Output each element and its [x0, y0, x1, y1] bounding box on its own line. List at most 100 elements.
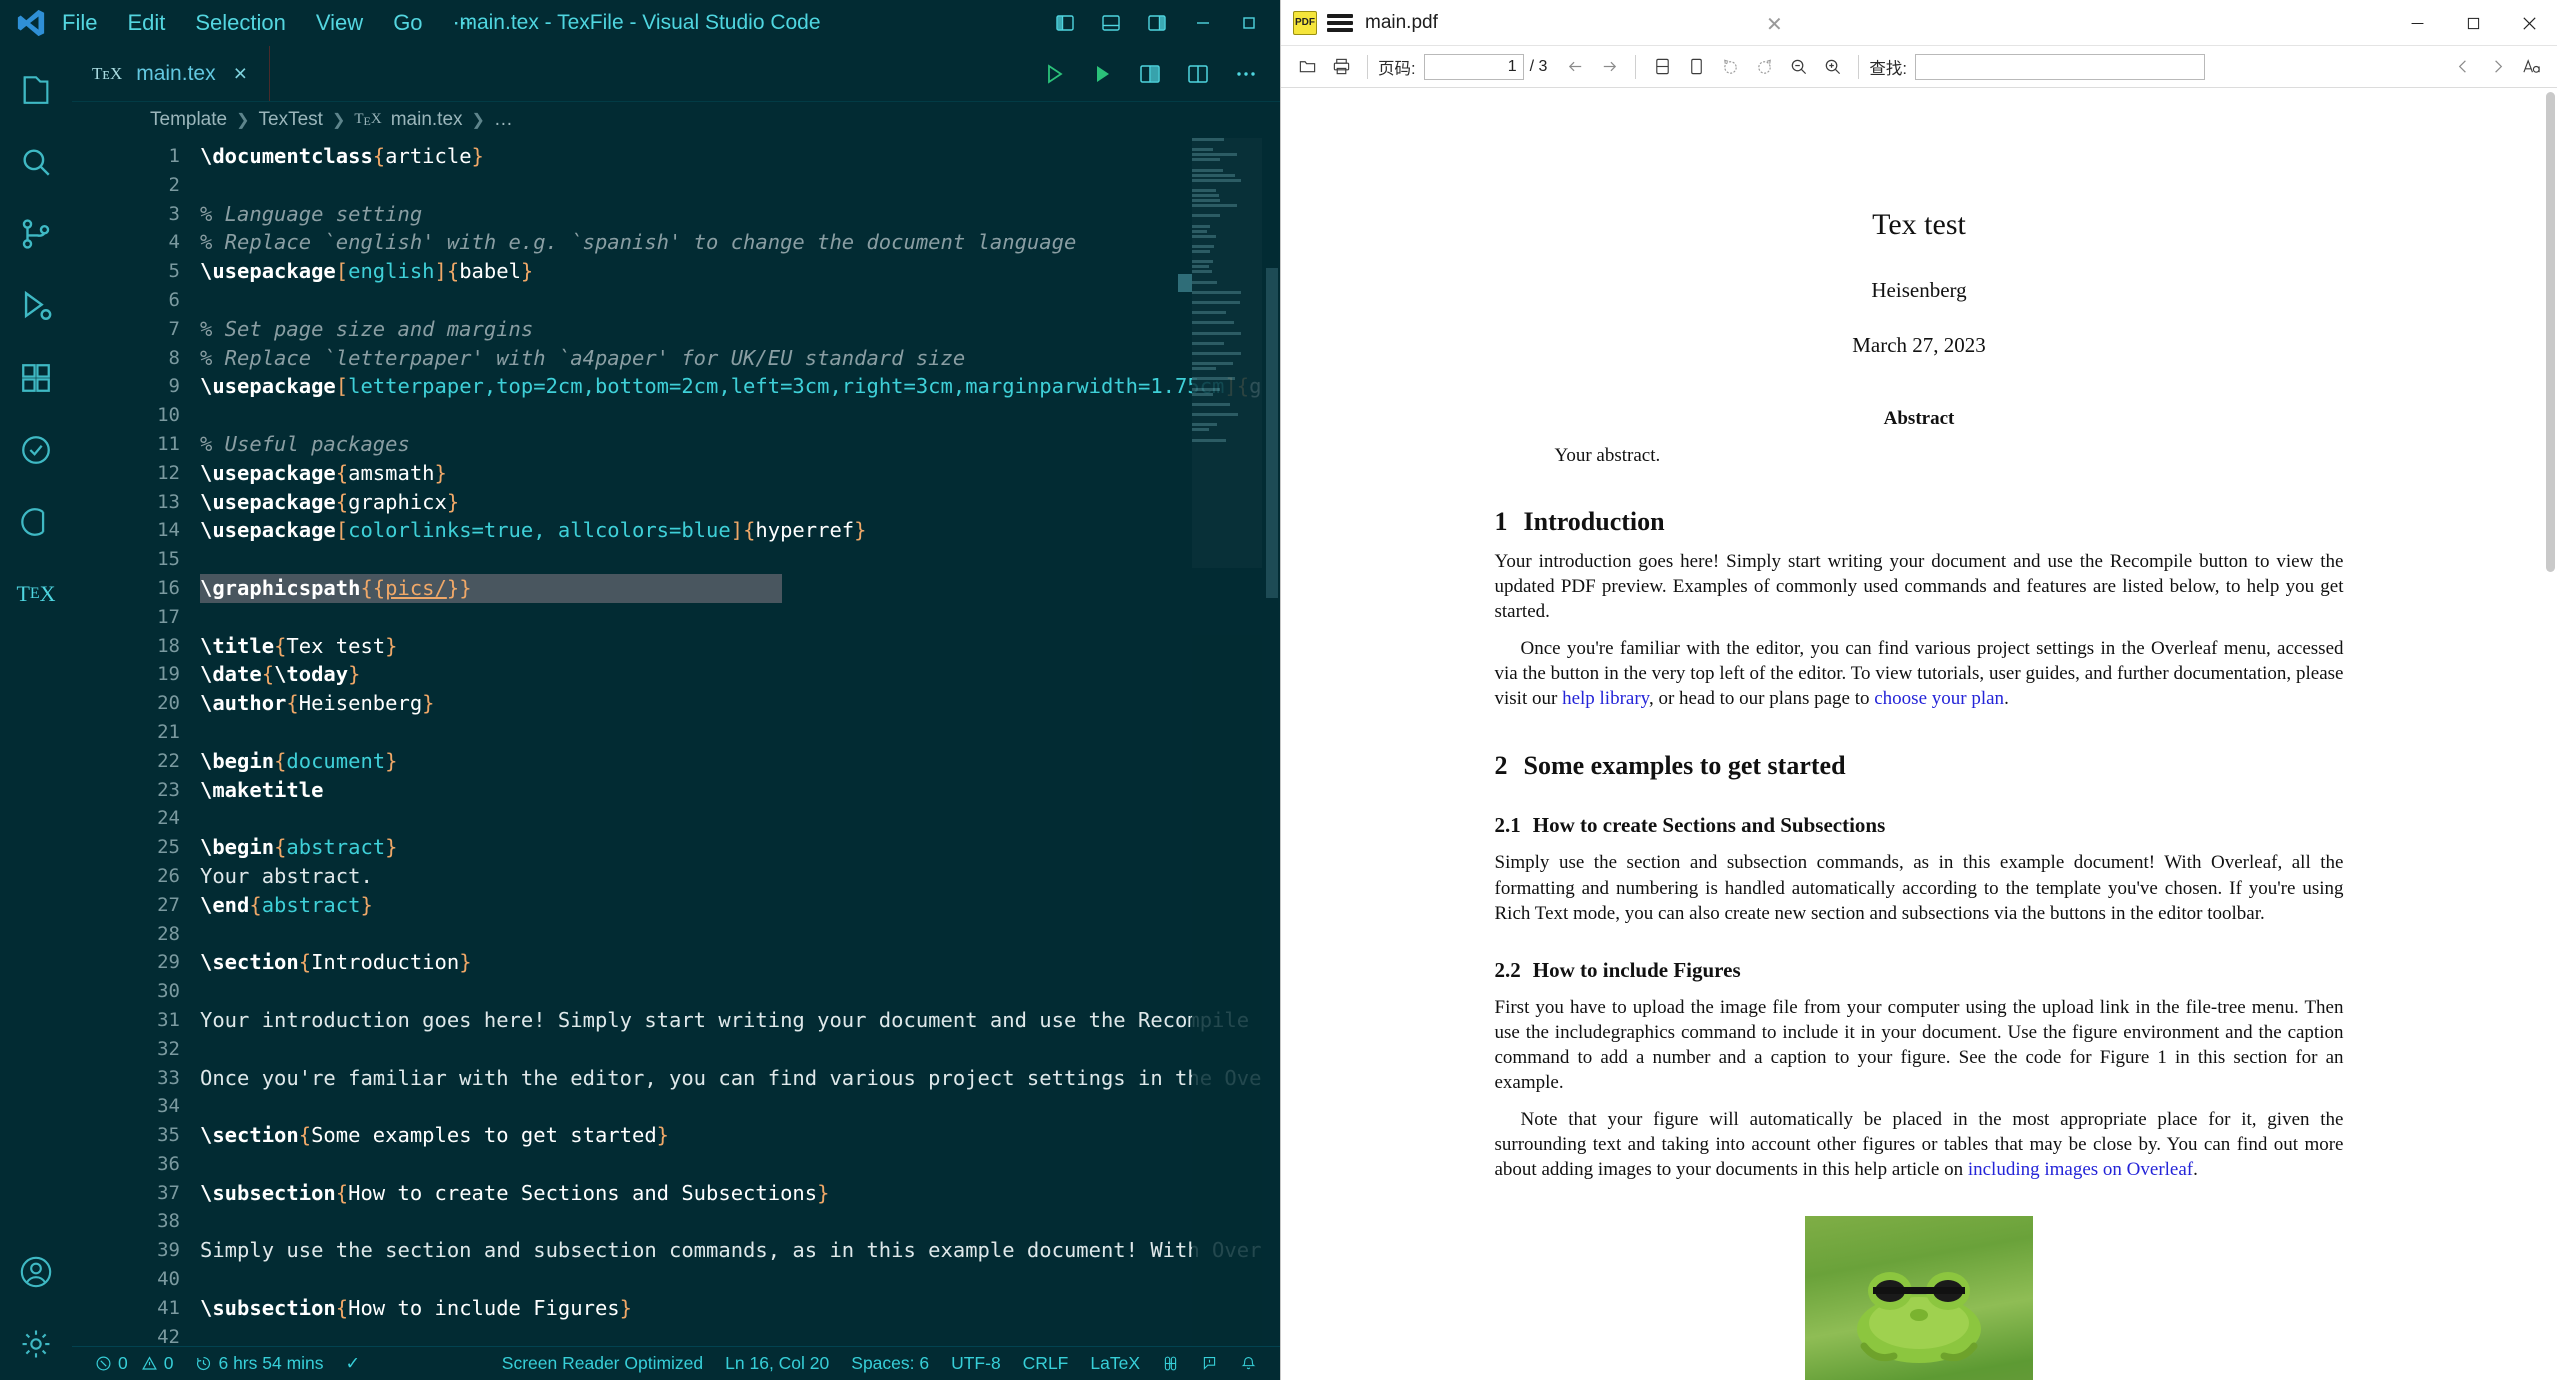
status-eol[interactable]: CRLF	[1012, 1353, 1080, 1374]
line-content[interactable]: Simply use the section and subsection co…	[200, 1236, 1261, 1265]
explorer-icon[interactable]	[0, 54, 72, 126]
code-line[interactable]: 30	[72, 977, 1280, 1006]
code-line[interactable]: 11% Useful packages	[72, 430, 1280, 459]
feedback-icon[interactable]	[1190, 1355, 1229, 1372]
line-content[interactable]: \title{Tex test}	[200, 632, 398, 661]
source-control-icon[interactable]	[0, 198, 72, 270]
code-line[interactable]: 9\usepackage[letterpaper,top=2cm,bottom=…	[72, 372, 1280, 401]
code-line[interactable]: 6	[72, 286, 1280, 315]
code-line[interactable]: 19\date{\today}	[72, 660, 1280, 689]
line-content[interactable]: Your introduction goes here! Simply star…	[200, 1006, 1249, 1035]
code-line[interactable]: 33Once you're familiar with the editor, …	[72, 1064, 1280, 1093]
line-content[interactable]: \usepackage{amsmath}	[200, 459, 447, 488]
code-surface[interactable]: 1\documentclass{article}23% Language set…	[72, 138, 1280, 1346]
pdf-tab-close-icon[interactable]: ✕	[1766, 12, 1783, 37]
code-line[interactable]: 39Simply use the section and subsection …	[72, 1236, 1280, 1265]
find-previous-icon[interactable]	[2447, 51, 2479, 83]
status-screen-reader[interactable]: Screen Reader Optimized	[491, 1353, 714, 1374]
code-line[interactable]: 35\section{Some examples to get started}	[72, 1121, 1280, 1150]
minimize-window-icon[interactable]	[1180, 0, 1226, 46]
line-content[interactable]: \author{Heisenberg}	[200, 689, 435, 718]
fit-page-icon[interactable]	[1680, 51, 1712, 83]
zoom-in-icon[interactable]	[1816, 51, 1848, 83]
next-page-icon[interactable]	[1593, 51, 1625, 83]
menu-hamburger-icon[interactable]	[1327, 14, 1353, 32]
status-language-mode[interactable]: LaTeX	[1079, 1353, 1151, 1374]
status-check-icon[interactable]: ✓	[335, 1353, 372, 1374]
line-content[interactable]: \usepackage[english]{babel}	[200, 257, 533, 286]
build-latex-project-icon[interactable]	[1034, 54, 1074, 94]
code-line[interactable]: 12\usepackage{amsmath}	[72, 459, 1280, 488]
including-images-link[interactable]: including images on Overleaf	[1968, 1159, 2193, 1180]
code-line[interactable]: 14\usepackage[colorlinks=true, allcolors…	[72, 516, 1280, 545]
code-line[interactable]: 7% Set page size and margins	[72, 315, 1280, 344]
code-line[interactable]: 15	[72, 545, 1280, 574]
status-indentation[interactable]: Spaces: 6	[840, 1353, 940, 1374]
line-content[interactable]: \graphicspath{{pics/}}	[200, 574, 472, 603]
pdf-scrollbar-thumb[interactable]	[2546, 92, 2555, 572]
status-time-tracker[interactable]: 6 hrs 54 mins	[184, 1353, 334, 1374]
menu-go[interactable]: Go	[393, 10, 422, 36]
toggle-secondary-sidebar-icon[interactable]	[1134, 0, 1180, 46]
split-editor-icon[interactable]	[1178, 54, 1218, 94]
remote-explorer-icon[interactable]	[0, 486, 72, 558]
code-line[interactable]: 17	[72, 603, 1280, 632]
minimap-slider[interactable]	[1192, 138, 1262, 568]
line-content[interactable]: \documentclass{article}	[200, 142, 484, 171]
line-content[interactable]: \section{Some examples to get started}	[200, 1121, 669, 1150]
code-line[interactable]: 2	[72, 171, 1280, 200]
tab-main-tex[interactable]: TᴇX main.tex ×	[72, 46, 270, 101]
code-line[interactable]: 38	[72, 1207, 1280, 1236]
breadcrumb-template[interactable]: Template	[150, 109, 227, 131]
line-content[interactable]: \date{\today}	[200, 660, 360, 689]
code-line[interactable]: 25\begin{abstract}	[72, 833, 1280, 862]
scrollbar-thumb[interactable]	[1266, 268, 1278, 598]
menu-selection[interactable]: Selection	[195, 10, 286, 36]
code-line[interactable]: 5\usepackage[english]{babel}	[72, 257, 1280, 286]
code-line[interactable]: 10	[72, 401, 1280, 430]
line-content[interactable]: Once you're familiar with the editor, yo…	[200, 1064, 1261, 1093]
line-content[interactable]: % Set page size and margins	[200, 315, 533, 344]
pdf-viewport[interactable]: Tex test Heisenberg March 27, 2023 Abstr…	[1281, 88, 2557, 1380]
menu-edit[interactable]: Edit	[127, 10, 165, 36]
accounts-icon[interactable]	[0, 1236, 72, 1308]
code-line[interactable]: 21	[72, 718, 1280, 747]
code-line[interactable]: 26Your abstract.	[72, 862, 1280, 891]
code-line[interactable]: 1\documentclass{article}	[72, 142, 1280, 171]
run-icon[interactable]	[1082, 54, 1122, 94]
maximize-window-icon[interactable]	[1226, 0, 1272, 46]
line-content[interactable]: \usepackage{graphicx}	[200, 488, 459, 517]
code-line[interactable]: 36	[72, 1150, 1280, 1179]
close-icon[interactable]: ×	[230, 62, 251, 85]
notifications-bell-icon[interactable]	[1229, 1355, 1268, 1372]
manage-settings-gear-icon[interactable]	[0, 1308, 72, 1380]
view-latex-pdf-icon[interactable]	[1130, 54, 1170, 94]
code-line[interactable]: 23\maketitle	[72, 776, 1280, 805]
line-content[interactable]: \end{abstract}	[200, 891, 373, 920]
code-line[interactable]: 40	[72, 1265, 1280, 1294]
code-line[interactable]: 31Your introduction goes here! Simply st…	[72, 1006, 1280, 1035]
code-line[interactable]: 20\author{Heisenberg}	[72, 689, 1280, 718]
minimize-icon[interactable]	[2389, 0, 2445, 46]
toggle-primary-sidebar-icon[interactable]	[1042, 0, 1088, 46]
code-line[interactable]: 32	[72, 1035, 1280, 1064]
code-line[interactable]: 13\usepackage{graphicx}	[72, 488, 1280, 517]
find-next-icon[interactable]	[2481, 51, 2513, 83]
pdf-vertical-scrollbar[interactable]	[2543, 88, 2557, 1380]
choose-your-plan-link[interactable]: choose your plan	[1874, 688, 2004, 709]
status-problems[interactable]: 0 0	[84, 1353, 184, 1374]
code-line[interactable]: 34	[72, 1092, 1280, 1121]
line-content[interactable]: \usepackage[letterpaper,top=2cm,bottom=2…	[200, 372, 1261, 401]
code-lines[interactable]: 1\documentclass{article}23% Language set…	[72, 142, 1280, 1346]
find-input[interactable]	[1915, 54, 2205, 80]
rotate-clockwise-icon[interactable]	[1748, 51, 1780, 83]
zoom-out-icon[interactable]	[1782, 51, 1814, 83]
line-content[interactable]: Your abstract.	[200, 862, 373, 891]
code-line[interactable]: 29\section{Introduction}	[72, 948, 1280, 977]
menu-file[interactable]: File	[62, 10, 97, 36]
help-library-link[interactable]: help library	[1562, 688, 1649, 709]
code-line[interactable]: 3% Language setting	[72, 200, 1280, 229]
rotate-counterclockwise-icon[interactable]	[1714, 51, 1746, 83]
code-line[interactable]: 16\graphicspath{{pics/}}	[72, 574, 1280, 603]
line-content[interactable]: \begin{abstract}	[200, 833, 398, 862]
